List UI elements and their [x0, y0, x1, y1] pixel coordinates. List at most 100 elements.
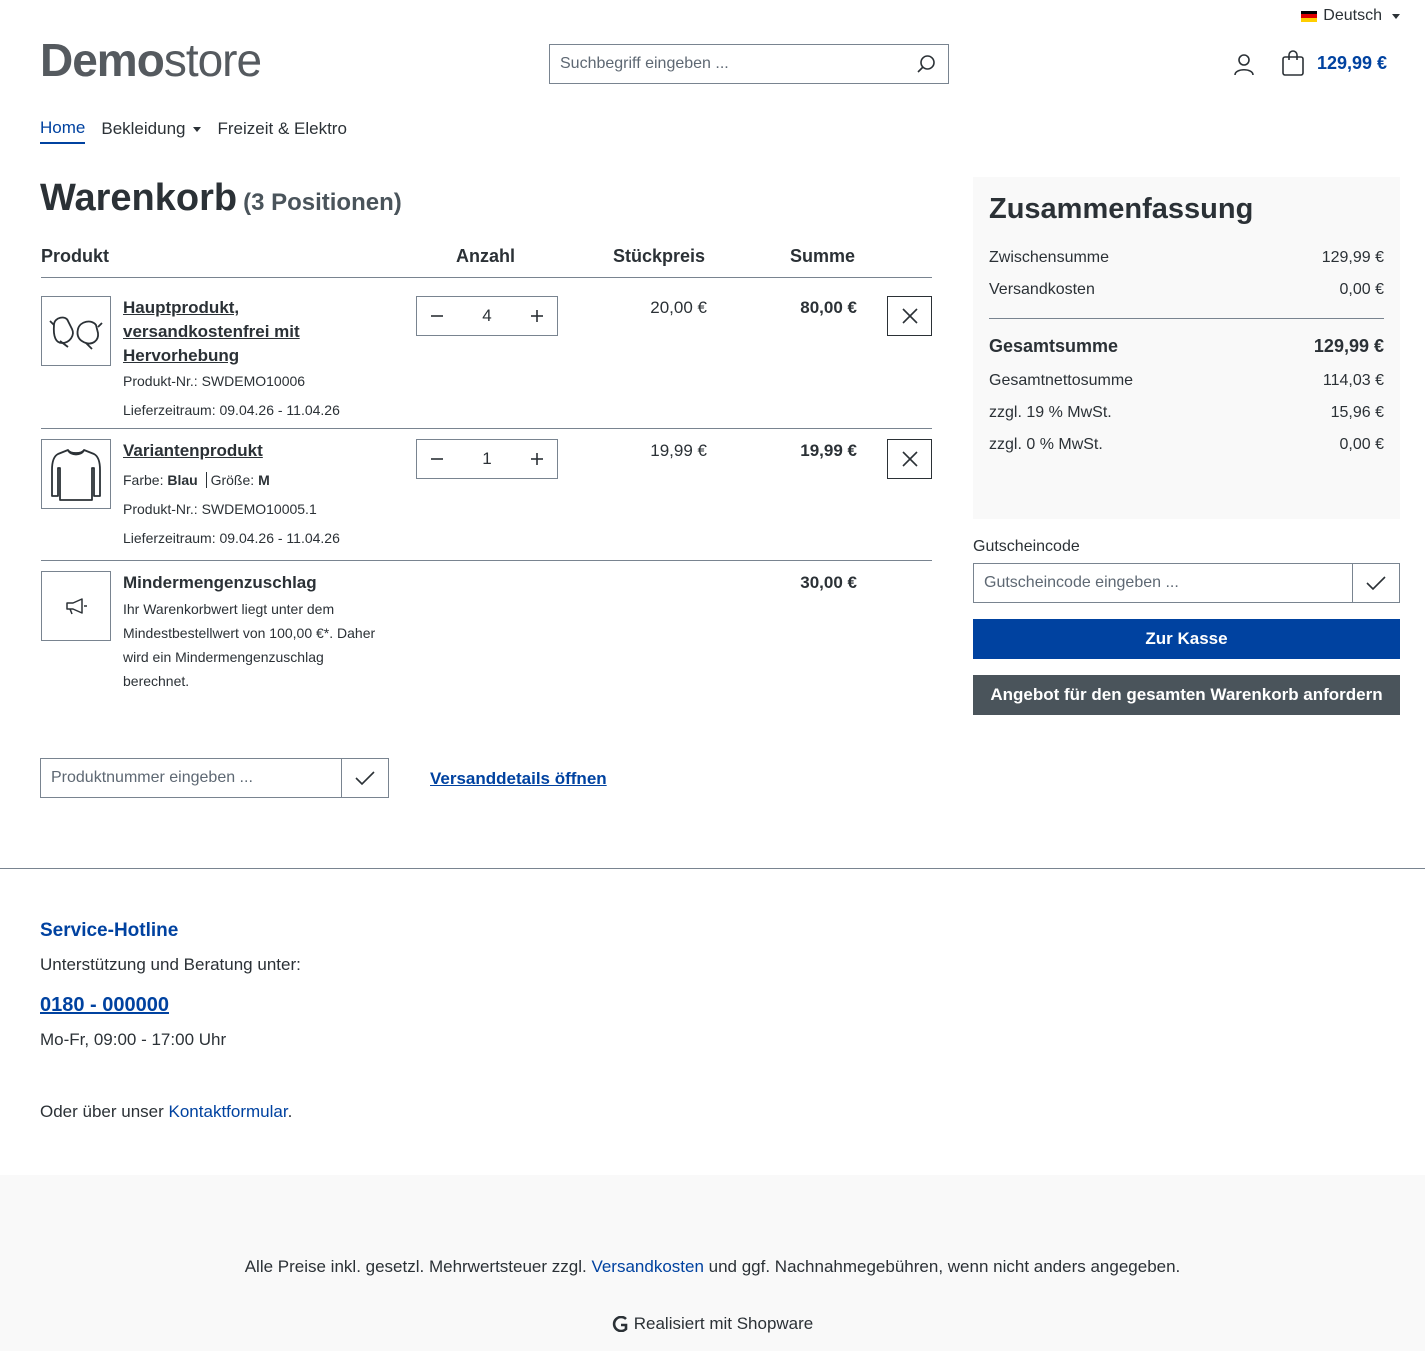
summary-label: Zwischensumme: [989, 249, 1110, 266]
close-icon: [901, 451, 918, 467]
increase-quantity-button[interactable]: [517, 440, 557, 478]
vat-prefix: Alle Preise inkl. gesetzl. Mehrwertsteue…: [244, 1257, 592, 1276]
quantity-value[interactable]: 1: [482, 449, 491, 469]
summary-value: 0,00 €: [1339, 436, 1384, 453]
nav-item-label: Bekleidung: [101, 119, 186, 138]
divider: [0, 868, 1425, 869]
summary-row-grand-total: Gesamtsumme 129,99 €: [989, 319, 1384, 363]
summary-label: Gesamtnettosumme: [989, 372, 1134, 389]
checkmark-icon: [355, 771, 375, 786]
product-image: [41, 571, 111, 641]
apply-voucher-button[interactable]: [1352, 564, 1399, 602]
contact-prefix: Oder über unser: [40, 1102, 169, 1121]
delivery-date: Lieferzeitraum: 09.04.26 - 11.04.26: [123, 530, 340, 546]
cart-table-header: Produkt Anzahl Stückpreis Summe: [41, 244, 932, 278]
nav-item-home[interactable]: Home: [40, 118, 86, 144]
search-button[interactable]: [904, 45, 948, 83]
minus-icon: [431, 458, 443, 460]
summary-row-vat19: zzgl. 19 % MwSt. 15,96 €: [989, 399, 1384, 431]
summary-label: zzgl. 0 % MwSt.: [989, 436, 1103, 453]
product-image[interactable]: [41, 296, 111, 366]
product-info: Hauptprodukt, versandkostenfrei mit Herv…: [123, 296, 373, 419]
remove-item-button[interactable]: [887, 296, 932, 336]
summary-row-shipping: Versandkosten 0,00 €: [989, 276, 1384, 308]
main-navigation: Home Bekleidung Freizeit & Elektro: [40, 118, 347, 144]
summary-row-net: Gesamtnettosumme 114,03 €: [989, 367, 1384, 399]
cart-button[interactable]: 129,99 €: [1281, 50, 1387, 76]
german-flag-icon: [1301, 10, 1318, 22]
color-value: Blau: [167, 472, 198, 488]
product-name-link[interactable]: Variantenprodukt: [123, 439, 373, 463]
shipping-costs-link[interactable]: Versandkosten: [591, 1257, 703, 1276]
powered-by[interactable]: Realisiert mit Shopware: [0, 1314, 1425, 1334]
product-image[interactable]: [41, 439, 111, 509]
summary-row-subtotal: Zwischensumme 129,99 €: [989, 244, 1384, 276]
sweater-icon: [51, 449, 101, 501]
decrease-quantity-button[interactable]: [417, 297, 457, 335]
shipping-details-link[interactable]: Versanddetails öffnen: [430, 769, 607, 789]
checkout-button[interactable]: Zur Kasse: [973, 619, 1400, 659]
product-number: Produkt-Nr.: SWDEMO10006: [123, 373, 306, 389]
summary-value: 114,03 €: [1322, 372, 1384, 389]
nav-item-label: Freizeit & Elektro: [217, 119, 347, 138]
quantity-value[interactable]: 4: [482, 306, 491, 326]
nav-item-clothing[interactable]: Bekleidung: [101, 118, 202, 144]
summary-row-vat0: zzgl. 0 % MwSt. 0,00 €: [989, 431, 1384, 463]
minus-icon: [431, 315, 443, 317]
product-info: Variantenprodukt Farbe: Blau Größe: M Pr…: [123, 439, 373, 547]
cart-item-count: (3 Positionen): [243, 189, 402, 216]
cart-title-text: Warenkorb: [40, 177, 238, 219]
search-input[interactable]: [550, 45, 904, 83]
quantity-stepper: 4: [416, 296, 558, 336]
language-selector[interactable]: Deutsch: [1301, 7, 1400, 25]
powered-by-text: Realisiert mit Shopware: [633, 1314, 814, 1333]
summary-value: 0,00 €: [1339, 281, 1384, 298]
cart-line-item: Variantenprodukt Farbe: Blau Größe: M Pr…: [41, 439, 932, 561]
request-quote-button[interactable]: Angebot für den gesamten Warenkorb anfor…: [973, 675, 1400, 715]
product-number: Produkt-Nr.: SWDEMO10005.1: [123, 501, 317, 517]
column-header-quantity: Anzahl: [456, 246, 516, 266]
add-product-button[interactable]: [341, 759, 388, 797]
column-header-unit-price: Stückpreis: [613, 246, 706, 266]
size-value: M: [258, 472, 270, 488]
shopping-bag-icon: [1282, 50, 1304, 76]
close-icon: [901, 308, 918, 324]
unit-price: 20,00 €: [650, 298, 707, 317]
product-number-input[interactable]: [41, 759, 341, 797]
delivery-date: Lieferzeitraum: 09.04.26 - 11.04.26: [123, 402, 340, 418]
hotline-phone-link[interactable]: 0180 - 000000: [40, 994, 169, 1017]
line-total: 80,00 €: [800, 298, 857, 317]
plus-icon: [531, 453, 543, 465]
language-label: Deutsch: [1323, 7, 1382, 24]
unit-price: 19,99 €: [650, 441, 707, 460]
plus-icon: [531, 310, 543, 322]
product-name-link[interactable]: Hauptprodukt, versandkostenfrei mit Herv…: [123, 296, 373, 368]
increase-quantity-button[interactable]: [517, 297, 557, 335]
summary-value: 15,96 €: [1330, 404, 1384, 421]
surcharge-description: Ihr Warenkorbwert liegt unter dem Mindes…: [123, 601, 376, 689]
summary-value: 129,99 €: [1321, 249, 1384, 266]
chevron-down-icon: [1392, 13, 1400, 19]
voucher-input[interactable]: [974, 564, 1352, 602]
decrease-quantity-button[interactable]: [417, 440, 457, 478]
logo-light: store: [163, 34, 262, 86]
vat-notice: Alle Preise inkl. gesetzl. Mehrwertsteue…: [0, 1257, 1425, 1277]
summary-label: zzgl. 19 % MwSt.: [989, 404, 1112, 421]
column-header-product: Produkt: [41, 246, 110, 266]
gloves-icon: [49, 316, 103, 350]
surcharge-name: Mindermengenzuschlag: [123, 573, 317, 592]
color-label: Farbe:: [123, 472, 164, 488]
logo[interactable]: Demostore: [40, 34, 262, 86]
quantity-stepper: 1: [416, 439, 558, 479]
cart-line-item: Hauptprodukt, versandkostenfrei mit Herv…: [41, 296, 932, 429]
divider: [205, 472, 207, 488]
cart-line-item: Mindermengenzuschlag Ihr Warenkorbwert l…: [41, 571, 932, 701]
remove-item-button[interactable]: [887, 439, 932, 479]
contact-text: Oder über unser Kontaktformular.: [40, 1102, 292, 1122]
user-icon: [1234, 54, 1254, 76]
contact-form-link[interactable]: Kontaktformular: [169, 1102, 288, 1121]
summary-label: Gesamtsumme: [989, 336, 1119, 356]
shopware-logo-icon: [612, 1316, 628, 1332]
account-button[interactable]: [1232, 52, 1256, 76]
nav-item-leisure[interactable]: Freizeit & Elektro: [217, 118, 346, 144]
